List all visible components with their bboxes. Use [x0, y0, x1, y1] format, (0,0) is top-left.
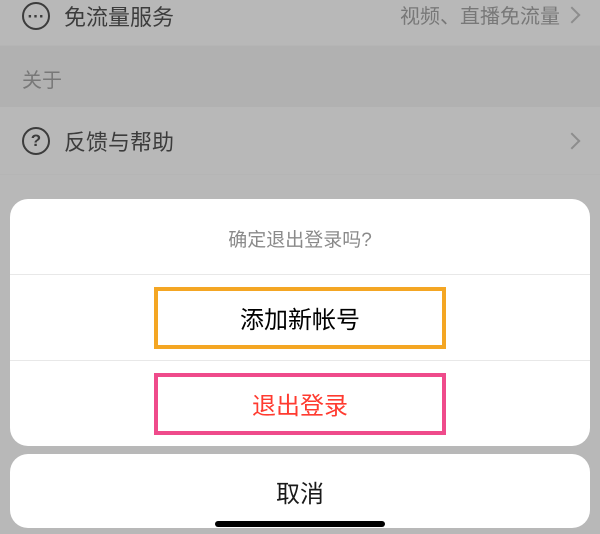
cancel-button[interactable]: 取消 [10, 454, 590, 528]
logout-action-sheet: 确定退出登录吗? 添加新帐号 退出登录 取消 [10, 199, 590, 528]
home-indicator[interactable] [215, 521, 385, 527]
action-sheet-prompt: 确定退出登录吗? [10, 199, 590, 274]
logout-button[interactable]: 退出登录 [154, 373, 446, 435]
action-sheet-cell: 退出登录 [10, 360, 590, 446]
add-account-button[interactable]: 添加新帐号 [154, 287, 446, 349]
action-sheet-cell: 添加新帐号 [10, 274, 590, 360]
action-sheet-card: 确定退出登录吗? 添加新帐号 退出登录 [10, 199, 590, 446]
